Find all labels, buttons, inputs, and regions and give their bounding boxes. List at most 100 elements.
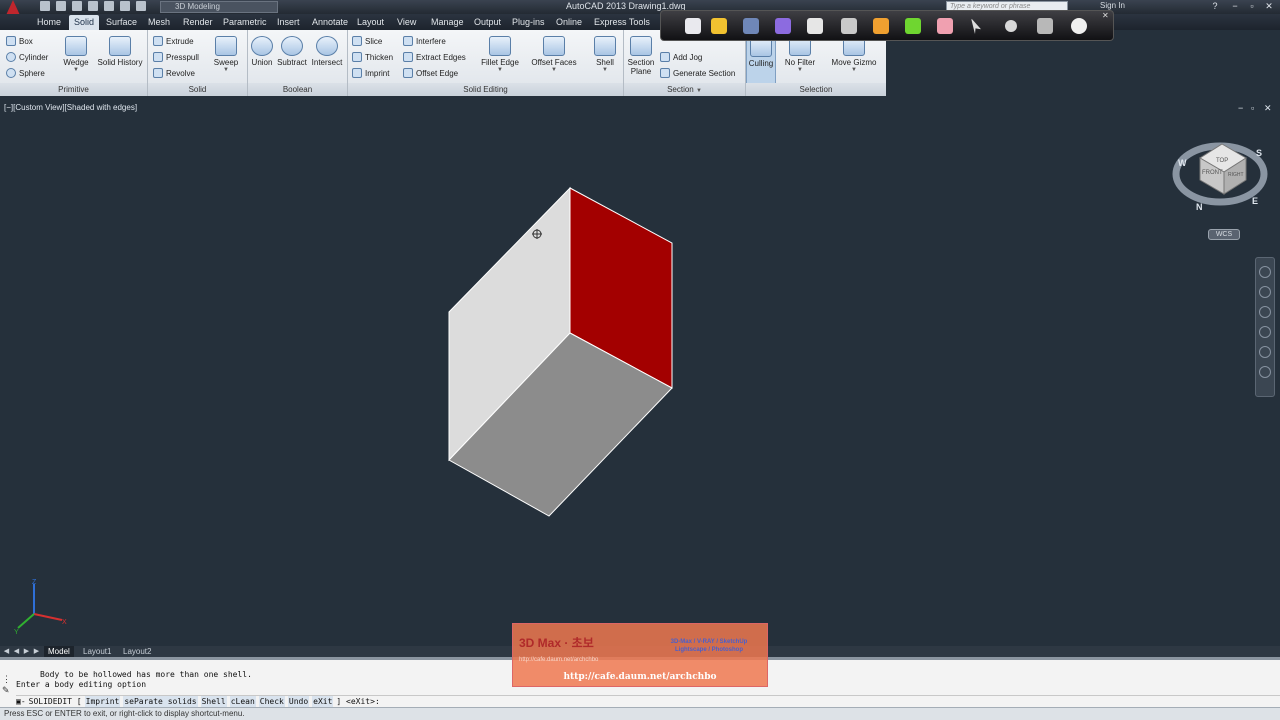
offset-faces-button[interactable]: Offset Faces ▼ bbox=[530, 36, 578, 73]
compass-north[interactable]: N bbox=[1196, 202, 1203, 212]
folder-icon[interactable] bbox=[711, 18, 727, 34]
tab-output[interactable]: Output bbox=[469, 15, 506, 30]
section-plane-button[interactable]: Section Plane bbox=[618, 36, 664, 76]
option-undo[interactable]: Undo bbox=[287, 696, 310, 707]
option-shell[interactable]: Shell bbox=[200, 696, 227, 707]
highlighter-icon[interactable] bbox=[905, 18, 921, 34]
eraser-icon[interactable] bbox=[807, 18, 823, 34]
extrude-button[interactable]: Extrude bbox=[153, 34, 194, 48]
compass-south[interactable]: S bbox=[1256, 148, 1262, 158]
prev-layout-arrow-icon[interactable]: ◀ bbox=[12, 647, 21, 656]
undo-icon[interactable] bbox=[120, 1, 130, 11]
tab-insert[interactable]: Insert bbox=[272, 15, 305, 30]
tab-model[interactable]: Model bbox=[44, 646, 74, 657]
box-button[interactable]: Box bbox=[6, 34, 33, 48]
option-check[interactable]: Check bbox=[258, 696, 285, 707]
move-gizmo-button[interactable]: Move Gizmo ▼ bbox=[828, 36, 880, 73]
no-filter-button[interactable]: No Filter ▼ bbox=[776, 36, 824, 73]
command-window-grip[interactable]: ⋮ ✎ bbox=[2, 674, 12, 702]
shapes-icon[interactable] bbox=[775, 18, 791, 34]
panel-primitive: Box Cylinder Sphere Wedge ▼ Solid History… bbox=[0, 30, 148, 96]
slice-button[interactable]: Slice bbox=[352, 34, 382, 48]
minimize-button[interactable]: − bbox=[1228, 1, 1242, 12]
showmotion-icon[interactable] bbox=[1259, 346, 1271, 358]
redo-icon[interactable] bbox=[136, 1, 146, 11]
open-icon[interactable] bbox=[56, 1, 66, 11]
screen-annotation-toolbar: ✕ bbox=[660, 10, 1114, 41]
tab-layout2[interactable]: Layout2 bbox=[119, 646, 155, 657]
save-icon[interactable] bbox=[743, 18, 759, 34]
culling-button[interactable]: Culling bbox=[746, 36, 776, 84]
workspace-dropdown[interactable]: 3D Modeling bbox=[160, 1, 278, 13]
next-layout-arrow-icon[interactable]: ▶ bbox=[22, 647, 31, 656]
tab-annotate[interactable]: Annotate bbox=[307, 15, 353, 30]
history-line: Body to be hollowed has more than one sh… bbox=[40, 670, 252, 679]
pan-icon[interactable] bbox=[1259, 286, 1271, 298]
save-icon[interactable] bbox=[72, 1, 82, 11]
command-line[interactable]: ▣- SOLIDEDIT [ Imprint seParate solids S… bbox=[16, 695, 1280, 707]
wcs-menu[interactable]: WCS bbox=[1208, 229, 1240, 240]
drawing-viewport[interactable]: [−][Custom View][Shaded with edges] − ▫ … bbox=[0, 100, 1280, 646]
trash-icon[interactable] bbox=[1037, 18, 1053, 34]
last-layout-arrow-icon[interactable]: ▶ bbox=[32, 647, 41, 656]
block-icon[interactable] bbox=[1071, 18, 1087, 34]
option-separate-solids[interactable]: seParate solids bbox=[123, 696, 198, 707]
option-clean[interactable]: cLean bbox=[229, 696, 256, 707]
presspull-button[interactable]: Presspull bbox=[153, 50, 199, 64]
navbar-settings-icon[interactable] bbox=[1259, 366, 1271, 378]
help-icon[interactable]: ? bbox=[1208, 1, 1222, 12]
viewcube[interactable]: TOP FRONT RIGHT W S E N bbox=[1172, 140, 1268, 216]
tab-view[interactable]: View bbox=[392, 15, 421, 30]
solid-model[interactable] bbox=[0, 100, 1280, 646]
panel-title-section[interactable]: Section ▼ bbox=[624, 83, 745, 96]
thicken-button[interactable]: Thicken bbox=[352, 50, 393, 64]
tab-layout1[interactable]: Layout1 bbox=[79, 646, 115, 657]
sweep-icon bbox=[215, 36, 237, 56]
intersect-button[interactable]: Intersect bbox=[303, 36, 351, 67]
extract-edges-button[interactable]: Extract Edges bbox=[403, 50, 466, 64]
add-jog-button[interactable]: Add Jog bbox=[660, 50, 702, 64]
tab-layout[interactable]: Layout bbox=[352, 15, 389, 30]
option-imprint[interactable]: Imprint bbox=[84, 696, 121, 707]
compass-west[interactable]: W bbox=[1178, 158, 1187, 168]
tab-online[interactable]: Online bbox=[551, 15, 587, 30]
compass-east[interactable]: E bbox=[1252, 196, 1258, 206]
steering-wheel-icon[interactable] bbox=[1259, 266, 1271, 278]
sign-in-link[interactable]: Sign In bbox=[1100, 1, 1125, 10]
interfere-button[interactable]: Interfere bbox=[403, 34, 446, 48]
tab-render[interactable]: Render bbox=[178, 15, 218, 30]
presentation-icon[interactable] bbox=[685, 18, 701, 34]
tab-plug-ins[interactable]: Plug-ins bbox=[507, 15, 550, 30]
save-as-icon[interactable] bbox=[88, 1, 98, 11]
wedge-button[interactable]: Wedge ▼ bbox=[52, 36, 100, 73]
imprint-button[interactable]: Imprint bbox=[352, 66, 389, 80]
dot-icon[interactable] bbox=[1005, 20, 1017, 32]
tab-home[interactable]: Home bbox=[32, 15, 66, 30]
close-button[interactable]: ✕ bbox=[1262, 1, 1276, 12]
tab-surface[interactable]: Surface bbox=[101, 15, 142, 30]
tab-parametric[interactable]: Parametric bbox=[218, 15, 272, 30]
tab-solid[interactable]: Solid bbox=[69, 15, 100, 30]
cylinder-button[interactable]: Cylinder bbox=[6, 50, 48, 64]
plot-icon[interactable] bbox=[104, 1, 114, 11]
solid-history-button[interactable]: Solid History bbox=[96, 36, 144, 67]
option-exit[interactable]: eXit bbox=[312, 696, 334, 707]
close-icon[interactable]: ✕ bbox=[1102, 11, 1109, 20]
keyboard-icon[interactable] bbox=[841, 18, 857, 34]
zoom-icon[interactable] bbox=[1259, 306, 1271, 318]
revolve-button[interactable]: Revolve bbox=[153, 66, 195, 80]
pointer-icon[interactable] bbox=[971, 18, 981, 34]
fillet-edge-button[interactable]: Fillet Edge ▼ bbox=[476, 36, 524, 73]
rubber-icon[interactable] bbox=[937, 18, 953, 34]
maximize-button[interactable]: ▫ bbox=[1245, 1, 1259, 12]
orbit-icon[interactable] bbox=[1259, 326, 1271, 338]
sphere-button[interactable]: Sphere bbox=[6, 66, 45, 80]
tab-manage[interactable]: Manage bbox=[426, 15, 469, 30]
tab-mesh[interactable]: Mesh bbox=[143, 15, 175, 30]
tab-express-tools[interactable]: Express Tools bbox=[589, 15, 655, 30]
pencil-icon[interactable] bbox=[873, 18, 889, 34]
new-icon[interactable] bbox=[40, 1, 50, 11]
first-layout-arrow-icon[interactable]: ◀ bbox=[2, 647, 11, 656]
offset-edge-button[interactable]: Offset Edge bbox=[403, 66, 458, 80]
generate-section-button[interactable]: Generate Section bbox=[660, 66, 735, 80]
